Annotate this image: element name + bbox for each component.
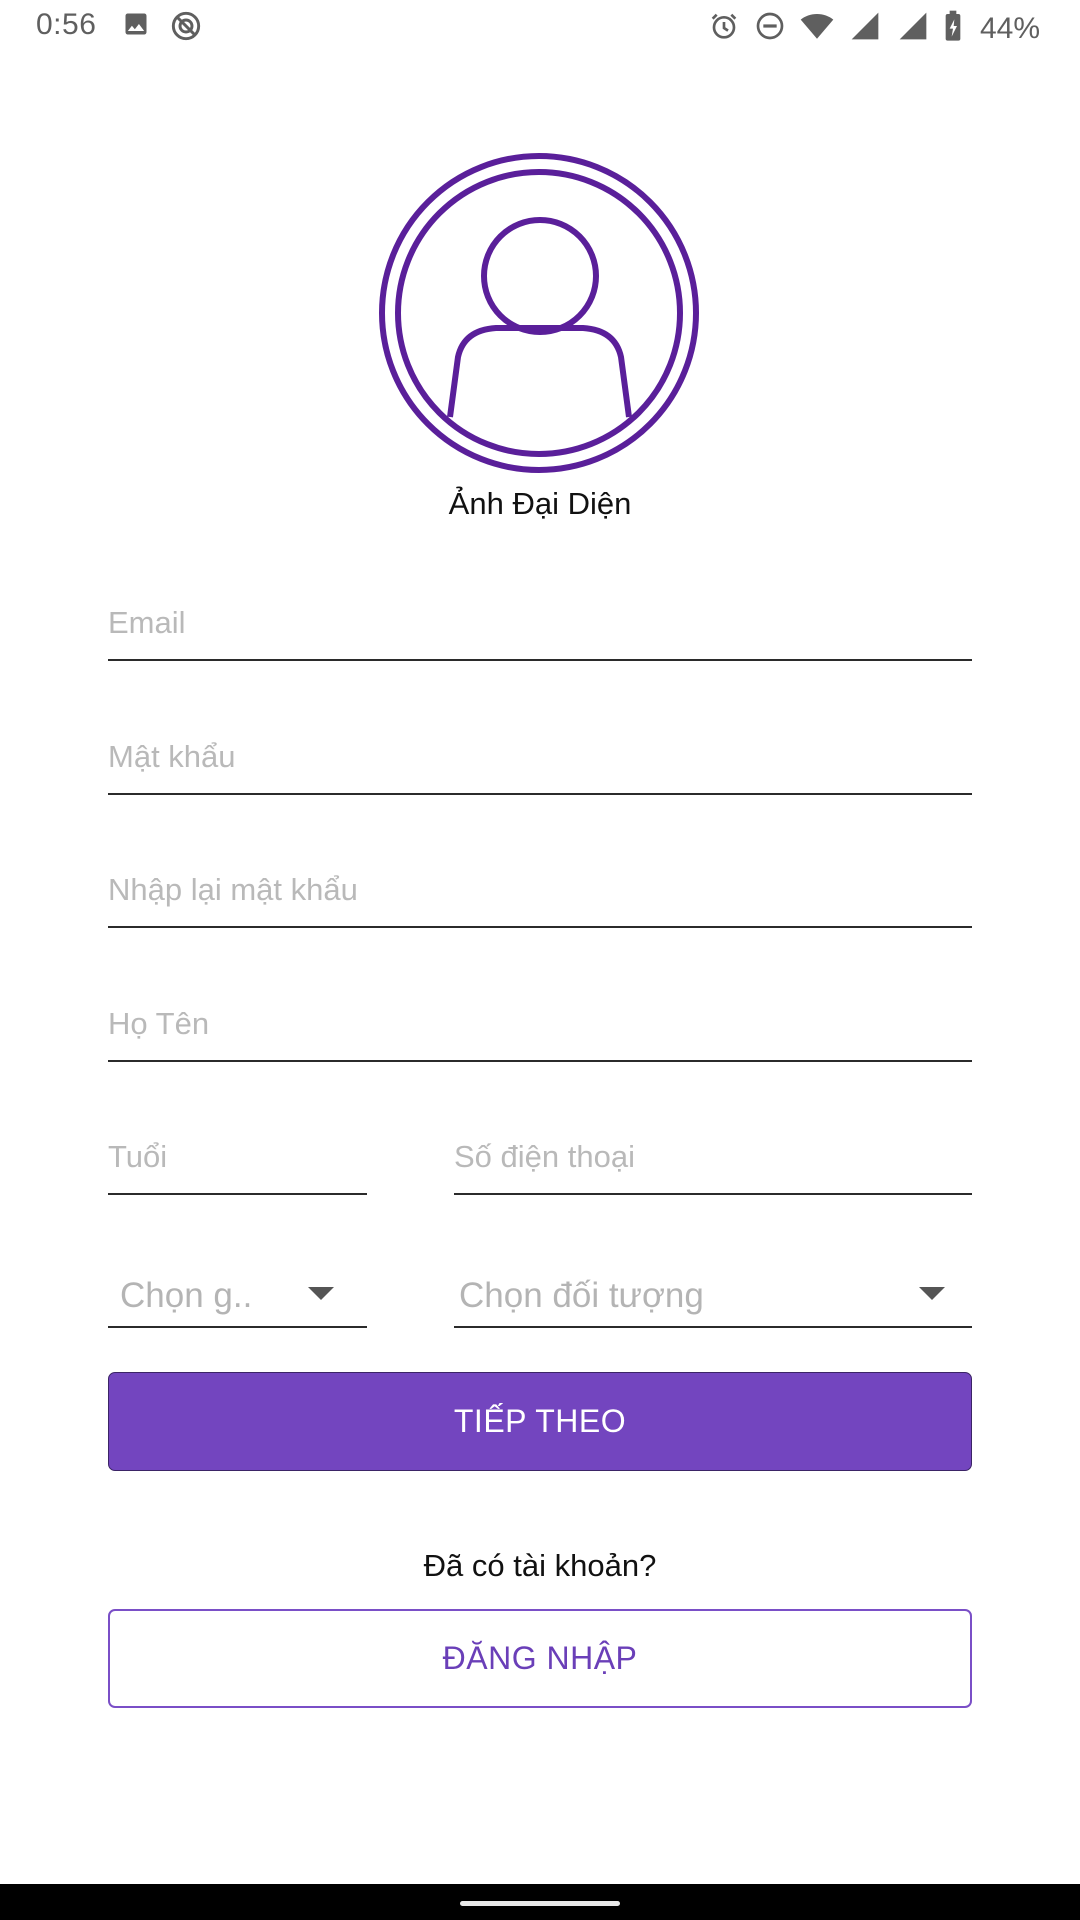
status-time: 0:56 xyxy=(36,8,97,41)
signal-icon xyxy=(848,10,882,47)
wifi-icon xyxy=(800,10,834,47)
status-bar: 0:56 44% xyxy=(0,0,1080,56)
battery-percent: 44% xyxy=(979,11,1040,45)
navigation-bar xyxy=(0,1884,1080,1920)
password-field[interactable] xyxy=(108,739,972,775)
full-name-field-container xyxy=(108,981,972,1062)
phone-field[interactable] xyxy=(454,1139,972,1175)
phone-field-container xyxy=(454,1114,972,1195)
login-button-label: ĐĂNG NHẬP xyxy=(442,1640,638,1676)
confirm-password-field-container xyxy=(108,847,972,928)
alarm-icon xyxy=(708,10,740,47)
gender-select[interactable]: Chọn g.. xyxy=(108,1250,367,1328)
battery-charging-icon xyxy=(944,10,962,47)
sync-disabled-icon xyxy=(170,10,202,47)
avatar-caption: Ảnh Đại Diện xyxy=(448,486,632,521)
home-handle[interactable] xyxy=(460,1901,620,1906)
chevron-down-icon xyxy=(919,1287,945,1300)
age-field-container xyxy=(108,1114,367,1195)
avatar[interactable] xyxy=(378,152,700,474)
image-icon xyxy=(122,10,150,47)
signal-icon xyxy=(896,10,930,47)
target-select[interactable]: Chọn đối tượng xyxy=(454,1250,972,1328)
next-button[interactable]: TIẾP THEO xyxy=(108,1372,972,1471)
have-account-text: Đã có tài khoản? xyxy=(423,1548,657,1583)
chevron-down-icon xyxy=(308,1287,334,1300)
do-not-disturb-icon xyxy=(754,10,786,47)
password-field-container xyxy=(108,714,972,795)
gender-select-value: Chọn g.. xyxy=(120,1276,253,1315)
login-button[interactable]: ĐĂNG NHẬP xyxy=(108,1609,972,1708)
next-button-label: TIẾP THEO xyxy=(453,1403,627,1439)
email-field-container xyxy=(108,580,972,661)
confirm-password-field[interactable] xyxy=(108,872,972,908)
full-name-field[interactable] xyxy=(108,1006,972,1042)
user-avatar-icon xyxy=(379,153,699,473)
target-select-value: Chọn đối tượng xyxy=(459,1276,704,1315)
email-field[interactable] xyxy=(108,605,972,641)
age-field[interactable] xyxy=(108,1139,367,1175)
